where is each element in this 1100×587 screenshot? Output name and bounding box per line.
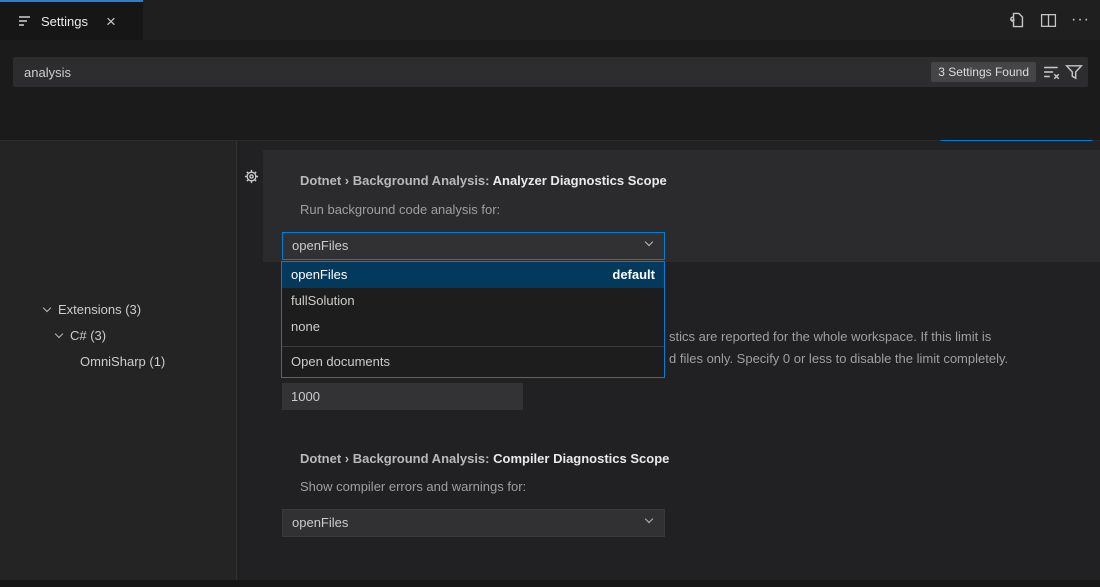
setting-category: Dotnet › Background Analysis: bbox=[300, 173, 493, 188]
chevron-down-icon bbox=[645, 515, 653, 523]
dropdown-option-fullsolution[interactable]: fullSolution bbox=[282, 288, 664, 314]
option-label: fullSolution bbox=[291, 288, 355, 314]
toc-item-csharp[interactable]: C# (3) bbox=[56, 328, 106, 343]
tab-settings[interactable]: Settings × bbox=[0, 0, 143, 40]
obscured-setting-text-line-1: stics are reported for the whole workspa… bbox=[669, 329, 991, 344]
option-default-badge: default bbox=[612, 262, 655, 288]
toc-item-label: OmniSharp (1) bbox=[80, 354, 165, 369]
editor-tab-bar: Settings × ··· bbox=[0, 0, 1100, 40]
dropdown-option-openfiles[interactable]: openFiles default bbox=[282, 262, 664, 288]
split-editor-icon[interactable] bbox=[1040, 12, 1057, 29]
dropdown-option-none[interactable]: none bbox=[282, 314, 664, 340]
settings-toc: Extensions (3) C# (3) OmniSharp (1) bbox=[0, 141, 237, 580]
toc-item-omnisharp[interactable]: OmniSharp (1) bbox=[80, 354, 165, 369]
settings-list-pane: Dotnet › Background Analysis: Analyzer D… bbox=[238, 141, 1100, 580]
setting-name: Analyzer Diagnostics Scope bbox=[493, 173, 667, 188]
settings-editor-window: Settings × ··· 3 Settings bbox=[0, 0, 1100, 587]
tab-title: Settings bbox=[41, 14, 88, 29]
setting-description: Show compiler errors and warnings for: bbox=[300, 479, 526, 494]
settings-search-input[interactable] bbox=[13, 57, 1088, 87]
bottom-edge bbox=[0, 580, 1100, 587]
settings-search-box: 3 Settings Found bbox=[13, 57, 1088, 87]
select-value: openFiles bbox=[292, 238, 348, 253]
option-label: openFiles bbox=[291, 262, 347, 288]
editor-actions: ··· bbox=[1007, 0, 1090, 40]
chevron-down-icon bbox=[645, 238, 653, 246]
setting-category: Dotnet › Background Analysis: bbox=[300, 451, 493, 466]
clear-filters-icon[interactable] bbox=[1043, 63, 1061, 81]
setting-description: Run background code analysis for: bbox=[300, 202, 500, 217]
option-label: none bbox=[291, 314, 320, 340]
diagnostics-limit-input[interactable] bbox=[282, 383, 523, 410]
obscured-setting-text-line-2: d files only. Specify 0 or less to disab… bbox=[669, 351, 1008, 366]
analyzer-scope-select[interactable]: openFiles bbox=[282, 232, 665, 260]
gear-icon[interactable] bbox=[243, 168, 260, 185]
select-value: openFiles bbox=[292, 515, 348, 530]
dropdown-option-description: Open documents bbox=[282, 347, 664, 377]
setting-title-analyzer-diagnostics-scope: Dotnet › Background Analysis: Analyzer D… bbox=[300, 173, 667, 188]
open-settings-json-icon[interactable] bbox=[1007, 10, 1026, 30]
analyzer-scope-dropdown: openFiles default fullSolution none Open… bbox=[281, 261, 665, 378]
chevron-down-icon bbox=[43, 304, 51, 312]
chevron-down-icon bbox=[55, 330, 63, 338]
compiler-scope-select[interactable]: openFiles bbox=[282, 509, 665, 537]
setting-title-compiler-diagnostics-scope: Dotnet › Background Analysis: Compiler D… bbox=[300, 451, 669, 466]
toc-item-label: Extensions (3) bbox=[58, 302, 141, 317]
filter-icon[interactable] bbox=[1065, 63, 1083, 81]
close-tab-icon[interactable]: × bbox=[106, 13, 116, 30]
toc-item-extensions[interactable]: Extensions (3) bbox=[44, 302, 141, 317]
settings-list-icon bbox=[18, 14, 33, 28]
settings-header: 3 Settings Found User Workspace Turn on … bbox=[0, 40, 1100, 141]
more-actions-icon[interactable]: ··· bbox=[1071, 11, 1090, 29]
results-count-badge: 3 Settings Found bbox=[931, 62, 1036, 82]
setting-name: Compiler Diagnostics Scope bbox=[493, 451, 669, 466]
toc-item-label: C# (3) bbox=[70, 328, 106, 343]
